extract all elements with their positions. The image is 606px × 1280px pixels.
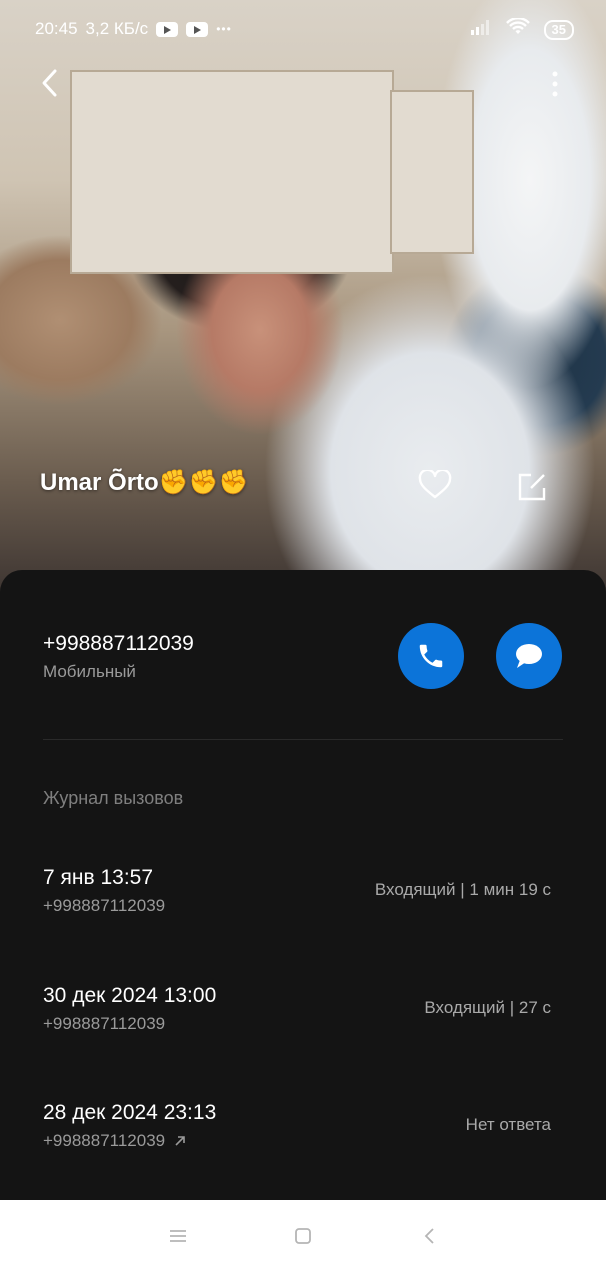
wifi-icon (505, 17, 530, 41)
section-divider (43, 739, 563, 740)
status-time: 20:45 (35, 19, 78, 38)
menu-nav-button[interactable] (168, 1226, 188, 1251)
status-speed: 3,2 КБ/с (85, 19, 149, 38)
call-log-status: Входящий | 27 с (424, 998, 551, 1017)
call-log-number-text: +998887112039 (43, 1014, 166, 1033)
call-button[interactable] (398, 623, 464, 689)
battery-indicator: 35 (543, 19, 574, 40)
message-bubble-icon (516, 644, 542, 668)
back-nav-button[interactable] (420, 1226, 440, 1251)
phone-icon (419, 644, 443, 668)
call-log-item[interactable]: 7 янв 13:57 +998887112039 Входящий | 1 м… (0, 866, 606, 936)
contact-name-row: Umar Õrto✊✊✊ (40, 468, 248, 497)
background-shelf-right (390, 90, 474, 254)
youtube-icon (156, 21, 179, 37)
home-nav-button[interactable] (293, 1226, 313, 1251)
status-more: ••• (216, 22, 232, 36)
contact-photo (0, 0, 606, 600)
more-vertical-icon (552, 71, 558, 97)
menu-icon (170, 1230, 186, 1242)
message-button[interactable] (496, 623, 562, 689)
favorite-button[interactable] (418, 468, 452, 505)
back-arrow-icon (42, 69, 57, 97)
heart-icon (418, 468, 452, 499)
call-log-date: 28 дек 2024 23:13 (43, 1101, 217, 1124)
call-log-number-text: +998887112039 (43, 1131, 166, 1150)
navigation-bar (0, 1200, 606, 1280)
more-options-button[interactable] (548, 70, 562, 105)
call-log-title: Журнал вызовов (43, 788, 184, 808)
call-log-number: +998887112039 (43, 1131, 187, 1151)
contact-name: Umar Õrto✊✊✊ (40, 469, 249, 496)
call-log-date: 7 янв 13:57 (43, 866, 154, 889)
call-log-date: 30 дек 2024 13:00 (43, 984, 217, 1007)
youtube-icon-2 (186, 21, 209, 37)
status-bar: 20:45 3,2 КБ/с ••• 35 (0, 0, 606, 60)
phone-type-label: Мобильный (43, 662, 136, 681)
home-square-icon (295, 1228, 311, 1244)
background-shelf (70, 70, 394, 274)
phone-number[interactable]: +998887112039 (43, 632, 194, 656)
call-log-item[interactable]: 28 дек 2024 23:13 +998887112039 Нет отве… (0, 1101, 606, 1171)
call-log-item[interactable]: 30 дек 2024 13:00 +998887112039 Входящий… (0, 984, 606, 1054)
signal-icon (470, 19, 492, 40)
edit-contact-button[interactable] (517, 472, 547, 507)
call-log-number-text: +998887112039 (43, 896, 166, 915)
call-log-number: +998887112039 (43, 896, 165, 916)
edit-icon (518, 473, 546, 501)
call-log-number: +998887112039 (43, 1014, 165, 1034)
call-log-status: Входящий | 1 мин 19 с (374, 880, 551, 899)
back-button[interactable] (38, 68, 62, 103)
back-chevron-icon (424, 1228, 434, 1244)
outgoing-arrow-icon (175, 1136, 185, 1146)
call-log-status: Нет ответа (465, 1115, 551, 1134)
